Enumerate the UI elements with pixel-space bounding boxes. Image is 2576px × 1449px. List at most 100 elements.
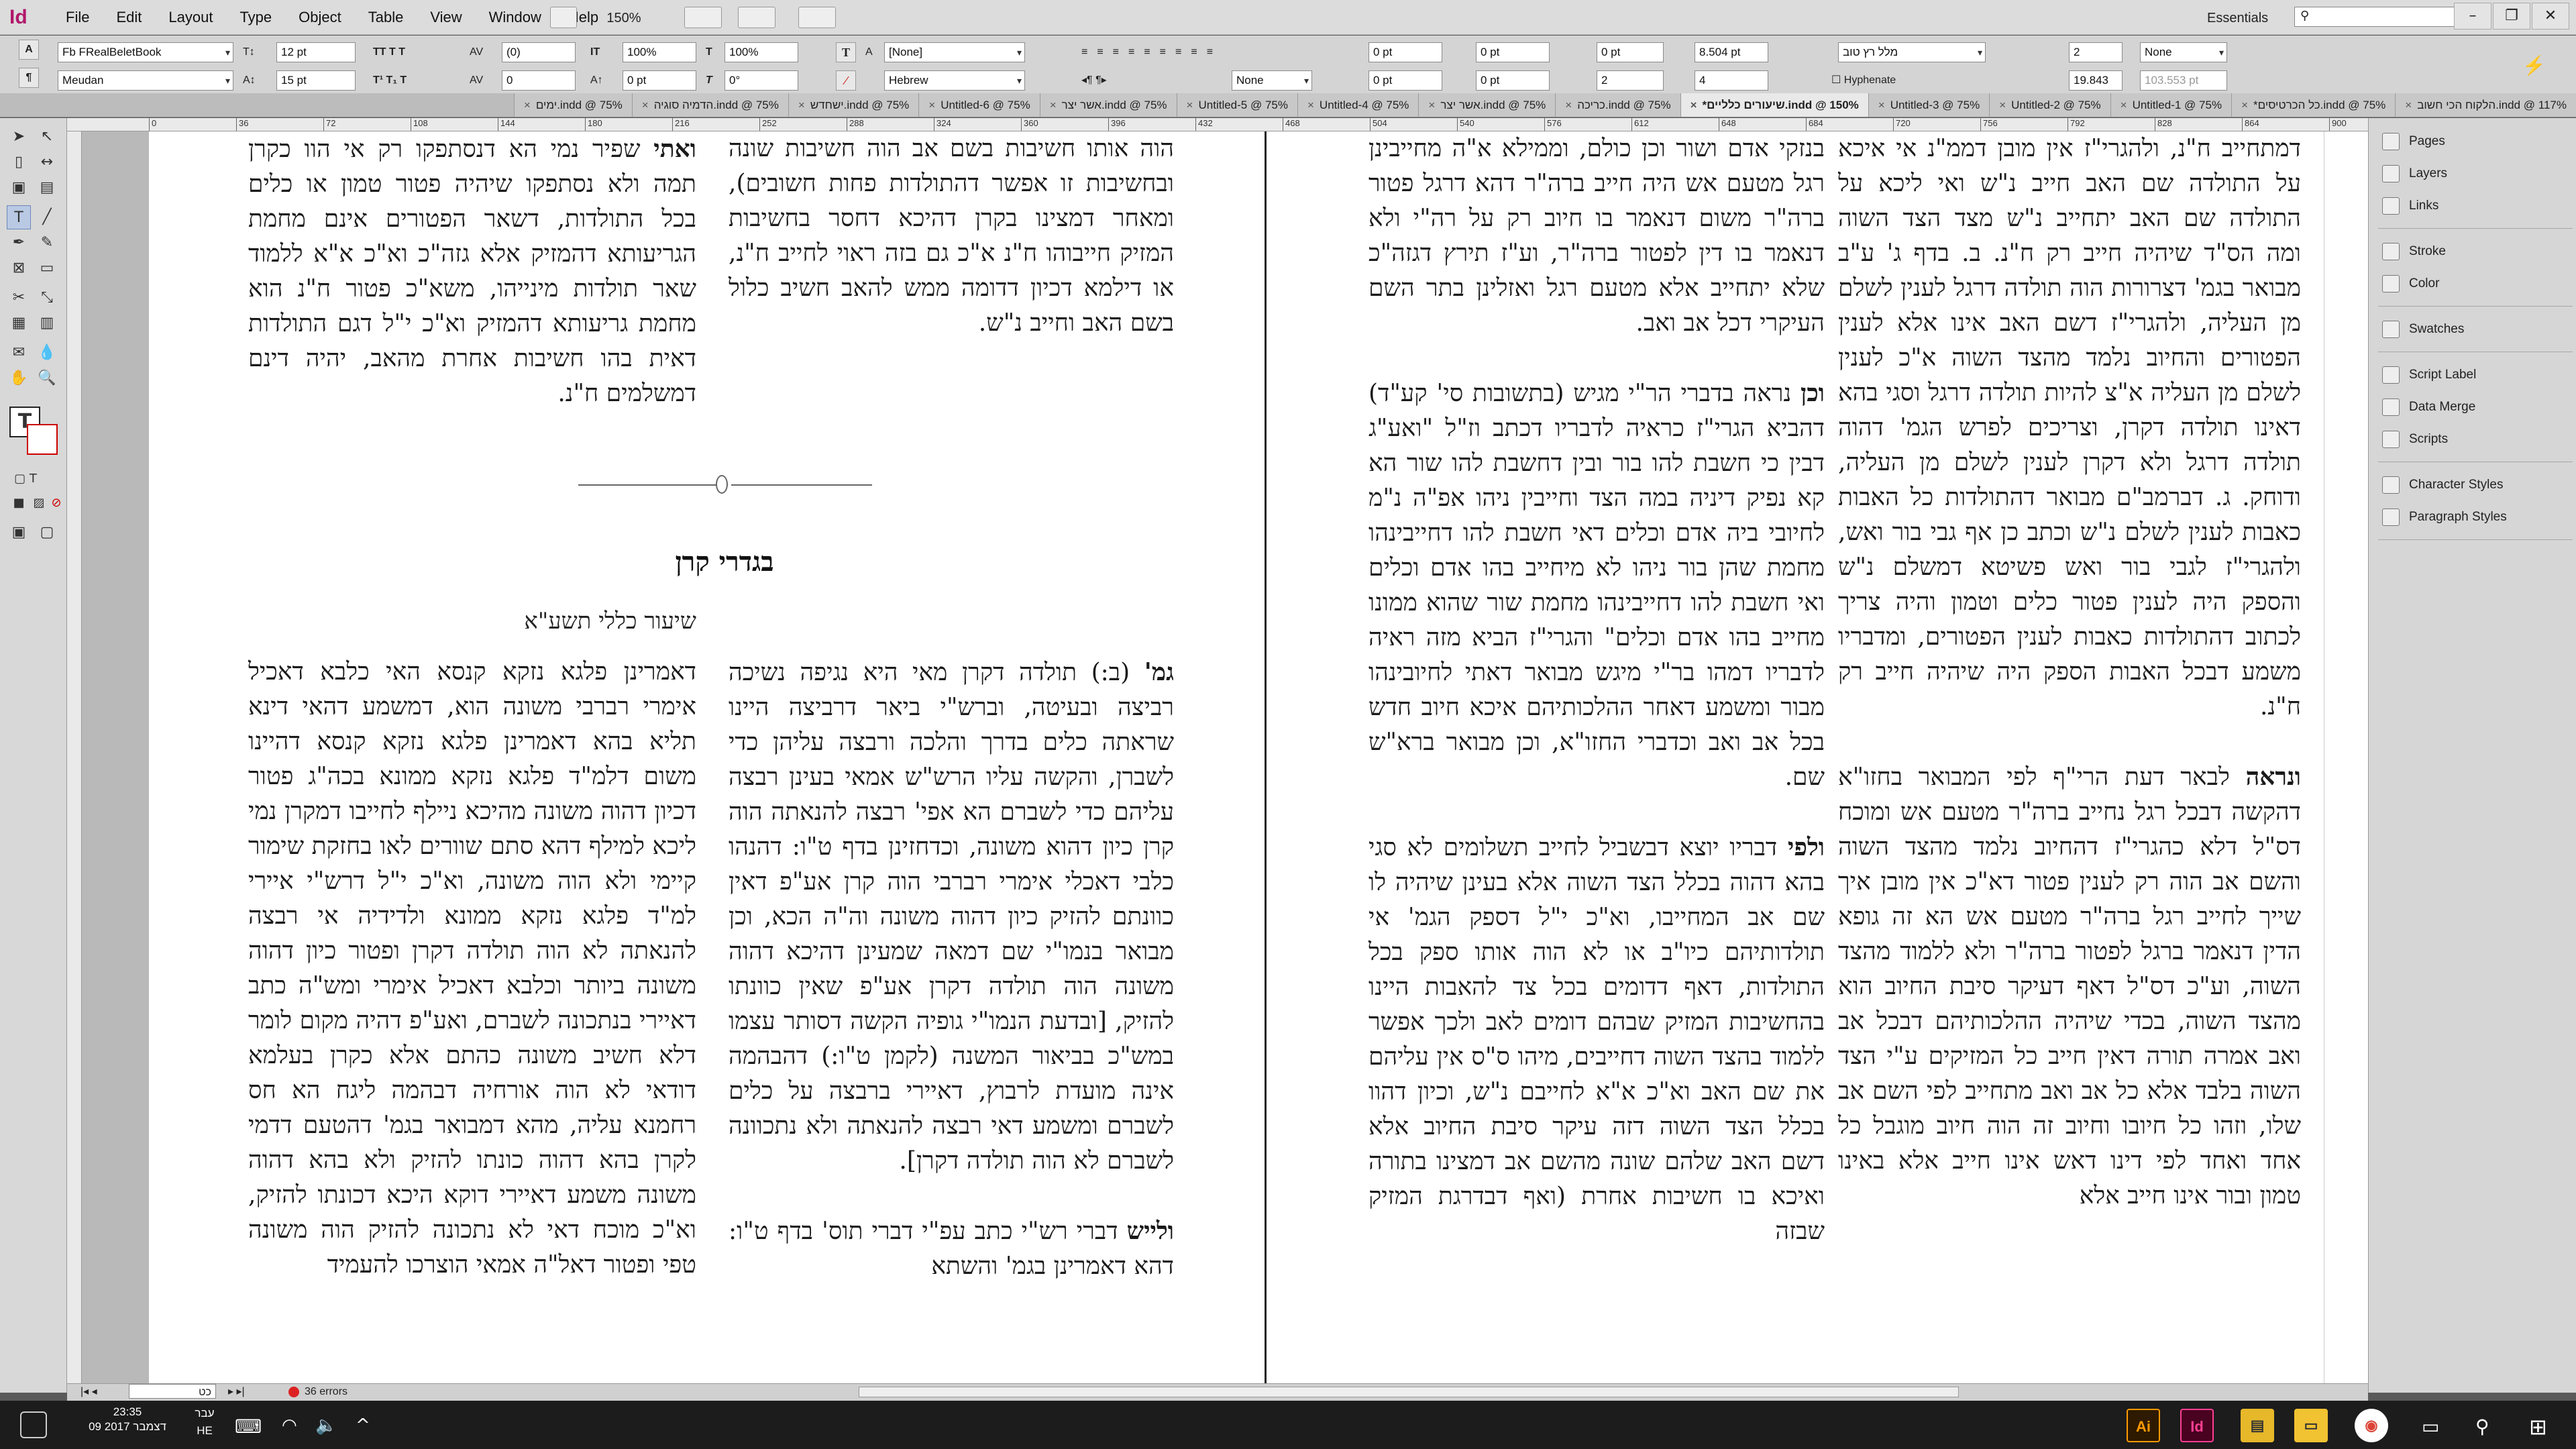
character-style-field[interactable]: [None] ▾ [884,42,1025,62]
close-tab-icon[interactable]: × [2121,99,2127,111]
right-indent-field[interactable]: 0 pt [1476,42,1550,62]
page-tool-icon[interactable]: ▯ [7,150,31,174]
input-language[interactable]: עבר HE [188,1405,221,1440]
search-input[interactable]: ⚲ [2294,7,2475,27]
task-view-icon[interactable]: ▭ [2422,1415,2439,1438]
menu-type[interactable]: Type [226,9,285,26]
scissors-tool-icon[interactable]: ✂ [7,286,31,310]
rtl-direction-icon[interactable]: ◂¶ ¶▸ [1081,70,1107,91]
document-tab[interactable]: × הדמיה סוגיה.indd @ 75% [631,93,788,117]
preflight-errors[interactable]: 36 errors [305,1384,347,1400]
tracking-field[interactable]: 0 [502,70,576,91]
drop-cap-lines-field[interactable]: 2 [1597,70,1664,91]
font-family-field[interactable]: Fb FRealBeletBook ▾ [58,42,233,62]
close-button[interactable]: ✕ [2532,3,2569,30]
workspace-switcher[interactable]: Essentials [2207,8,2294,28]
span-width-field[interactable]: 103.553 pt [2140,70,2227,91]
explorer-app-icon[interactable]: ▭ [2294,1409,2328,1442]
gap-tool-icon[interactable]: ↔ [35,150,59,174]
none-field[interactable]: None ▾ [1232,70,1312,91]
close-tab-icon[interactable]: × [524,99,531,111]
close-tab-icon[interactable]: × [928,99,935,111]
document-tab[interactable]: × Untitled-5 @ 75% [1176,93,1297,117]
vertical-scale-field[interactable]: 100% [623,42,696,62]
network-icon[interactable]: ◠ [282,1415,297,1436]
panel-links[interactable]: Links [2382,192,2570,220]
paragraph-style-field[interactable]: מלל רץ טוב ▾ [1838,42,1986,62]
close-tab-icon[interactable]: × [1878,99,1885,111]
document-tab[interactable]: × ימים.indd @ 75% [513,93,632,117]
close-tab-icon[interactable]: × [2241,99,2248,111]
close-tab-icon[interactable]: × [2405,99,2412,111]
panel-scripts[interactable]: Scripts [2382,425,2570,453]
text-frame-left-page-left-col-top[interactable]: ואתי שפיר נמי הא דנסתפקו רק אי הוו כקרן … [248,131,696,411]
pen-tool-icon[interactable]: ✒ [7,231,31,255]
panel-layers[interactable]: Layers [2382,160,2570,188]
gradient-feather-tool-icon[interactable]: ▥ [35,311,59,335]
notifications-icon[interactable] [20,1411,47,1438]
indesign-app-icon[interactable]: Id [2180,1409,2214,1442]
close-tab-icon[interactable]: × [1050,99,1057,111]
drop-cap-chars-field[interactable]: 4 [1695,70,1768,91]
search-taskbar-icon[interactable]: ⚲ [2475,1415,2489,1438]
content-placer-icon[interactable]: ▤ [35,176,59,200]
document-tab[interactable]: × ישחדש.indd @ 75% [788,93,919,117]
arrange-documents-icon[interactable] [798,7,836,28]
document-tab[interactable]: × *שיעורים כלליים.indd @ 150% [1680,93,1868,117]
panel-character-styles[interactable]: Character Styles [2382,471,2570,499]
alignment-buttons[interactable]: ≡≡≡≡≡≡≡≡≡ [1081,42,1222,62]
apply-none-icon[interactable]: ⊘ [44,491,68,515]
illustrator-app-icon[interactable]: Ai [2127,1409,2160,1442]
volume-icon[interactable]: 🔈 [315,1415,337,1436]
close-tab-icon[interactable]: × [798,99,805,111]
fill-text-icon[interactable]: T [836,42,856,62]
free-transform-tool-icon[interactable]: ⤡ [35,286,59,310]
formatting-container-icon[interactable]: ▢ T [13,467,38,491]
panel-color[interactable]: Color [2382,270,2570,298]
vertical-ruler[interactable] [67,131,82,1393]
text-frame-left-page-right-col-bottom[interactable]: גמ' (ב:) תולדה דקרן מאי היא נגיפה נשיכה … [729,655,1174,1284]
zoom-level[interactable]: 150% [590,8,657,28]
character-controls-icon[interactable]: A [19,40,39,60]
columns-field[interactable]: 2 [2069,42,2123,62]
stroke-swatch-icon[interactable] [27,424,58,455]
document-tab[interactable]: × *כל הכרטיסים.indd @ 75% [2231,93,2396,117]
kerning-field[interactable]: (0) [502,42,576,62]
menu-layout[interactable]: Layout [155,9,226,26]
close-tab-icon[interactable]: × [642,99,649,111]
left-indent-field[interactable]: 0 pt [1368,42,1442,62]
close-tab-icon[interactable]: × [1428,99,1435,111]
panel-pages[interactable]: Pages [2382,127,2570,156]
paragraph-controls-icon[interactable]: ¶ [19,68,39,88]
document-tab[interactable]: × Untitled-1 @ 75% [2110,93,2232,117]
screen-mode-icon[interactable] [738,7,775,28]
gutter-field[interactable]: 19.843 [2069,70,2123,91]
font-style-field[interactable]: Meudan ▾ [58,70,233,91]
file-manager-app-icon[interactable]: ▤ [2241,1409,2274,1442]
close-tab-icon[interactable]: × [1690,99,1697,111]
rectangle-tool-icon[interactable]: ▭ [35,256,59,280]
last-line-indent-field[interactable]: 0 pt [1476,70,1550,91]
preview-mode-icon[interactable]: ▢ [35,521,59,545]
document-tab[interactable]: × Untitled-3 @ 75% [1868,93,1990,117]
taskbar-clock[interactable]: 23:35 09 דצמבר 2017 [74,1405,181,1434]
close-tab-icon[interactable]: × [1187,99,1193,111]
stroke-none-icon[interactable]: ⁄ [836,70,856,91]
gradient-swatch-tool-icon[interactable]: ▦ [7,311,31,335]
zoom-tool-icon[interactable]: 🔍 [35,366,59,390]
horizontal-scale-field[interactable]: 100% [724,42,798,62]
language-field[interactable]: Hebrew ▾ [884,70,1025,91]
space-before-field[interactable]: 0 pt [1597,42,1664,62]
menu-edit[interactable]: Edit [103,9,155,26]
note-tool-icon[interactable]: ✉ [7,341,31,365]
page-number-field[interactable]: כט [129,1384,216,1399]
menu-view[interactable]: View [417,9,475,26]
close-tab-icon[interactable]: × [1565,99,1572,111]
type-tool-icon[interactable]: T [7,205,31,229]
selection-tool-icon[interactable]: ➤ [7,125,31,149]
document-tab[interactable]: × אשר יצר.indd @ 75% [1418,93,1556,117]
close-tab-icon[interactable]: × [1999,99,2006,111]
document-tab[interactable]: × Untitled-2 @ 75% [1989,93,2110,117]
first-page-button[interactable]: |◂ ◂ [80,1384,97,1400]
baseline-shift-field[interactable]: 0 pt [623,70,696,91]
